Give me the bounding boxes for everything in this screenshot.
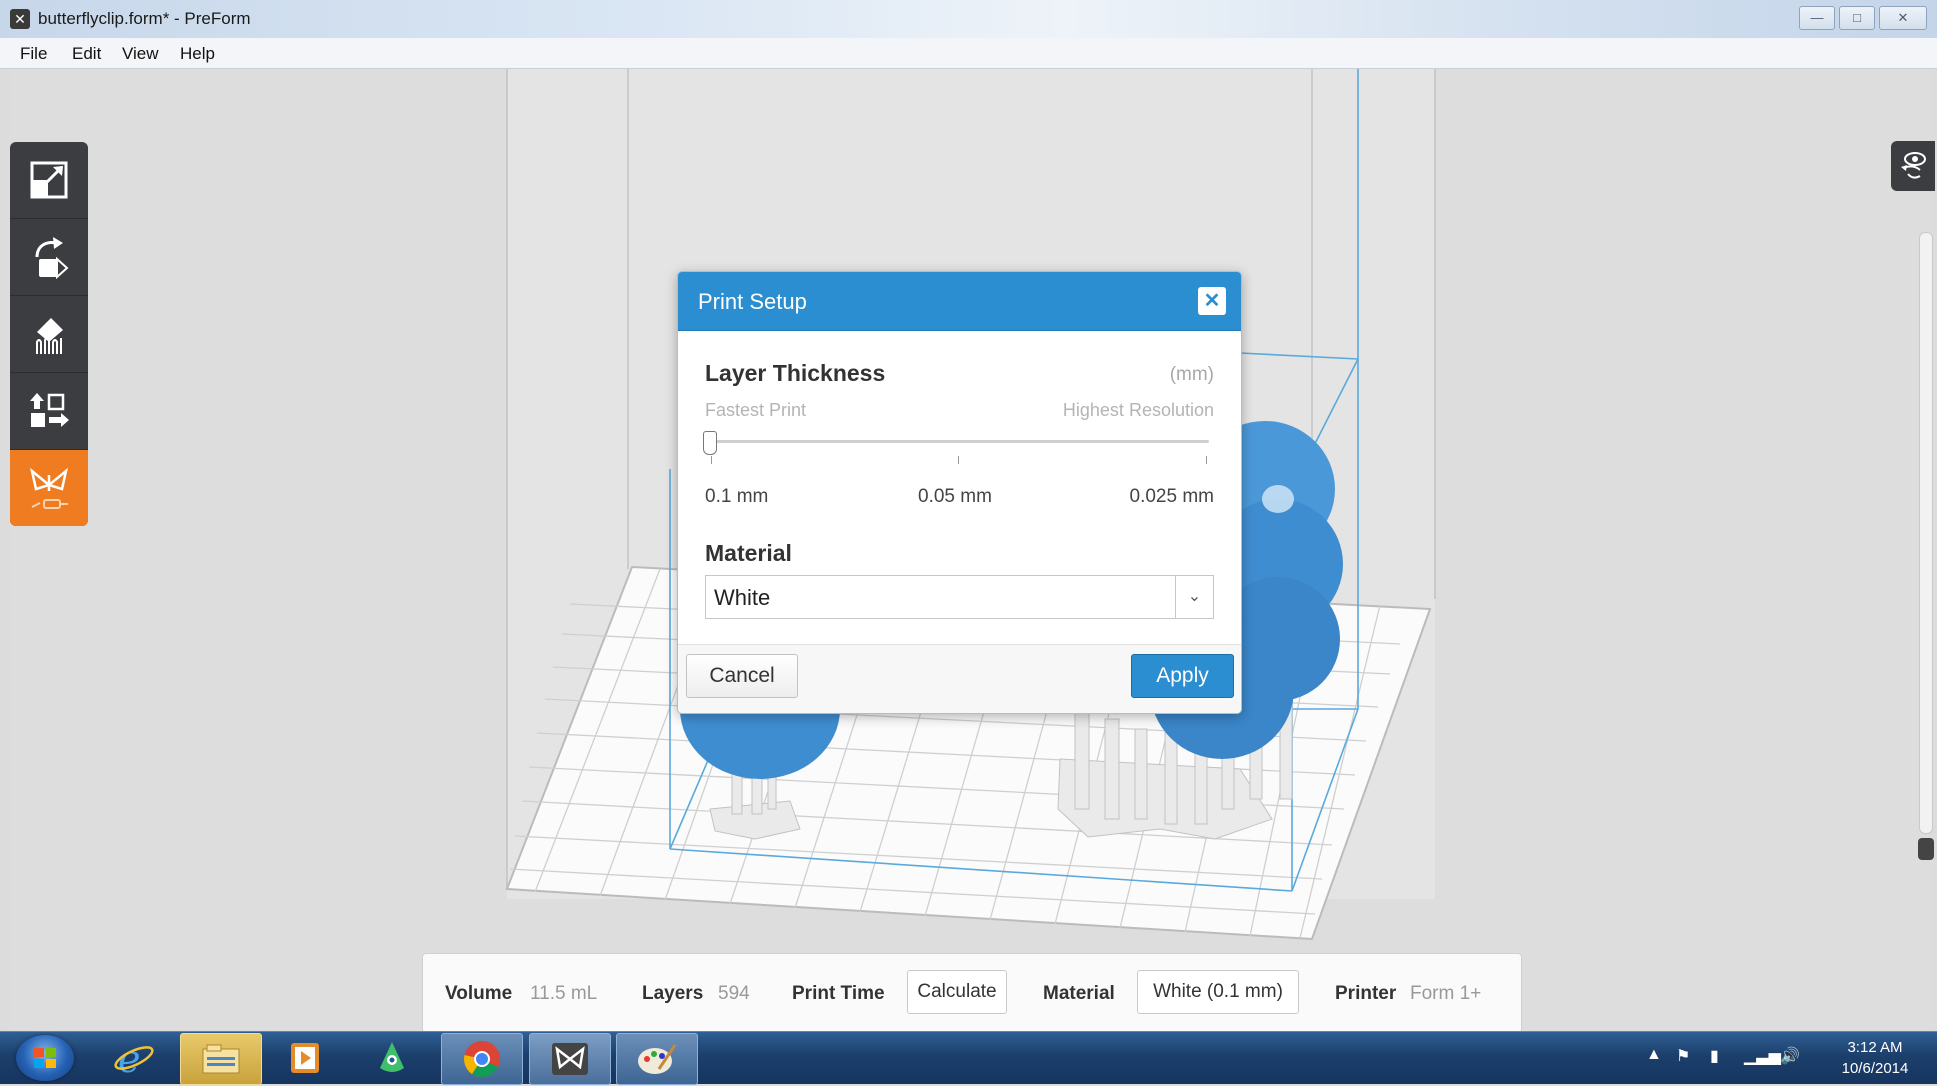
fastest-print-hint: Fastest Print (705, 400, 807, 420)
printer-label: Printer (1335, 983, 1397, 1004)
highest-resolution-hint: Highest Resolution (1062, 400, 1214, 420)
chevron-down-icon: ⌄ (1175, 576, 1213, 618)
chrome-icon (464, 1041, 500, 1077)
clock-date: 10/6/2014 (1841, 1060, 1909, 1077)
zoom-handle[interactable] (1918, 838, 1934, 860)
dialog-footer: Cancel Apply (678, 644, 1241, 713)
title-bar: ✕ butterflyclip.form* - PreForm — □ ✕ (0, 0, 1937, 39)
tick-label-0-05mm: 0.05 mm (918, 486, 992, 507)
close-icon: ✕ (1203, 290, 1221, 312)
supports-tool-button[interactable] (10, 296, 88, 373)
preform-icon (552, 1043, 588, 1075)
supports-icon (36, 318, 63, 354)
network-signal-icon[interactable]: ▁▃▅ (1744, 1046, 1781, 1066)
file-explorer-icon (202, 1044, 240, 1074)
windows-taskbar: e ▲ ⚑ ▮ ▁▃▅ 🔊 3:12 AM 10/6/2014 (0, 1031, 1937, 1085)
maximize-button[interactable]: □ (1839, 6, 1875, 30)
scale-icon (30, 161, 68, 199)
tick-label-0-025mm: 0.025 mm (1129, 486, 1214, 507)
close-window-button[interactable]: ✕ (1879, 6, 1927, 30)
windows-logo-icon (34, 1048, 56, 1068)
volume-icon[interactable]: 🔊 (1780, 1046, 1800, 1066)
print-time-label: Print Time (792, 983, 885, 1004)
scale-tool-button[interactable] (10, 142, 88, 219)
layers-value: 594 (718, 983, 750, 1004)
start-button[interactable] (16, 1035, 74, 1081)
rotate-icon (35, 237, 69, 279)
material-info-label: Material (1043, 983, 1115, 1004)
taskbar-clock[interactable]: 3:12 AM 10/6/2014 (1815, 1037, 1935, 1079)
clock-time: 3:12 AM (1847, 1039, 1903, 1056)
taskbar-internet-explorer[interactable]: e (94, 1033, 174, 1083)
dialog-header: Print Setup ✕ (678, 272, 1241, 331)
print-setup-dialog: Print Setup ✕ Layer Thickness (mm) Faste… (677, 271, 1242, 714)
preform-app-icon: ✕ (10, 9, 30, 29)
volume-value: 11.5 mL (530, 983, 598, 1004)
dialog-title: Print Setup (698, 289, 807, 314)
layer-thickness-slider-thumb[interactable] (703, 431, 717, 455)
taskbar-media-player[interactable] (265, 1033, 345, 1083)
rotate-tool-button[interactable] (10, 219, 88, 296)
internet-explorer-icon: e (114, 1038, 154, 1078)
taskbar-preform[interactable] (529, 1033, 611, 1085)
menu-bar: File Edit View Help (0, 38, 1937, 69)
layout-tool-button[interactable] (10, 373, 88, 450)
view-orientation-button[interactable] (1891, 141, 1935, 191)
layout-icon (30, 393, 69, 427)
menu-help[interactable]: Help (180, 44, 215, 64)
minimize-button[interactable]: — (1799, 6, 1835, 30)
tick-label-0-1mm: 0.1 mm (705, 486, 769, 507)
slider-tick (958, 456, 959, 464)
app-icon (380, 1042, 404, 1072)
layer-thickness-title: Layer Thickness (705, 360, 886, 386)
zoom-scrollbar[interactable] (1919, 232, 1933, 834)
calculate-button[interactable]: Calculate (907, 970, 1007, 1014)
menu-edit[interactable]: Edit (72, 44, 101, 64)
cancel-button[interactable]: Cancel (686, 654, 798, 698)
taskbar-file-explorer[interactable] (180, 1033, 262, 1085)
volume-label: Volume (445, 983, 513, 1004)
dialog-close-button[interactable]: ✕ (1198, 287, 1226, 315)
paint-icon (638, 1044, 677, 1074)
menu-view[interactable]: View (122, 44, 159, 64)
taskbar-paint[interactable] (616, 1033, 698, 1085)
tray-expand-icon[interactable]: ▲ (1646, 1046, 1662, 1064)
slider-tick (1206, 456, 1207, 464)
material-select-value: White (714, 585, 771, 610)
layer-thickness-unit: (mm) (1169, 364, 1214, 385)
material-title: Material (705, 540, 792, 566)
print-tool-button[interactable] (10, 450, 88, 526)
taskbar-app[interactable] (352, 1033, 432, 1083)
material-select[interactable]: White ⌄ (705, 575, 1214, 619)
battery-icon[interactable]: ▮ (1710, 1046, 1719, 1066)
material-info-button[interactable]: White (0.1 mm) (1137, 970, 1299, 1014)
taskbar-chrome[interactable] (441, 1033, 523, 1085)
left-toolbar (10, 142, 88, 526)
layer-thickness-slider[interactable] (709, 440, 1209, 443)
eye-rotate-icon (1901, 152, 1926, 179)
action-center-flag-icon[interactable]: ⚑ (1676, 1046, 1690, 1066)
print-butterfly-icon (29, 467, 69, 509)
window-controls: — □ ✕ (1799, 6, 1927, 30)
print-info-bar: Volume 11.5 mL Layers 594 Print Time Cal… (422, 953, 1522, 1032)
printer-value: Form 1+ (1410, 983, 1482, 1004)
slider-tick (711, 456, 712, 464)
layers-label: Layers (642, 983, 704, 1004)
media-player-icon (291, 1043, 319, 1073)
menu-file[interactable]: File (20, 44, 47, 64)
apply-button[interactable]: Apply (1131, 654, 1234, 698)
window-title: butterflyclip.form* - PreForm (38, 9, 251, 28)
